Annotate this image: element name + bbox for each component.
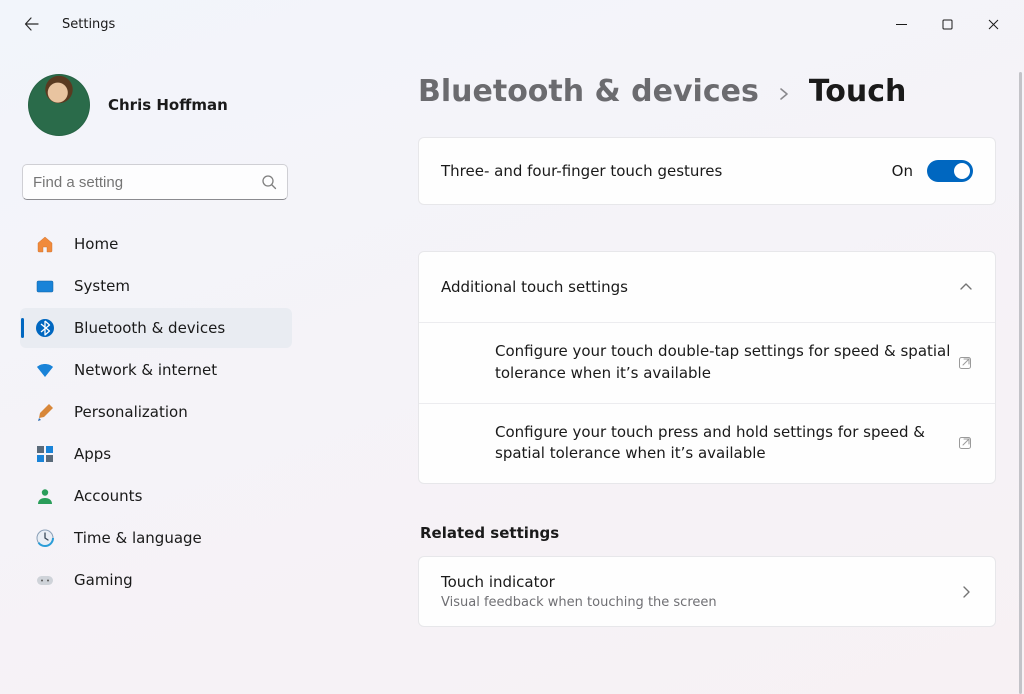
nav-item-personalization[interactable]: Personalization <box>20 392 292 432</box>
related-item-desc: Visual feedback when touching the screen <box>441 595 717 610</box>
maximize-button[interactable] <box>924 8 970 40</box>
nav-item-bluetooth-devices[interactable]: Bluetooth & devices <box>20 308 292 348</box>
nav-item-home[interactable]: Home <box>20 224 292 264</box>
nav-label: Gaming <box>74 571 133 589</box>
nav-item-network[interactable]: Network & internet <box>20 350 292 390</box>
additional-setting-text: Configure your touch double-tap settings… <box>495 341 957 385</box>
chevron-right-icon <box>959 585 973 599</box>
nav-label: Apps <box>74 445 111 463</box>
back-button[interactable] <box>20 16 44 32</box>
chevron-up-icon <box>959 280 973 294</box>
search-icon <box>261 174 277 190</box>
nav-label: Network & internet <box>74 361 217 379</box>
related-item-title: Touch indicator <box>441 573 717 591</box>
window-title: Settings <box>62 17 115 32</box>
nav-label: Personalization <box>74 403 188 421</box>
additional-setting-doubletap[interactable]: Configure your touch double-tap settings… <box>419 323 995 404</box>
bluetooth-icon <box>34 317 56 339</box>
nav-label: Accounts <box>74 487 142 505</box>
main-content: Bluetooth & devices Touch Three- and fou… <box>310 48 1024 694</box>
wifi-icon <box>34 359 56 381</box>
nav-label: Time & language <box>74 529 202 547</box>
gesture-toggle-switch[interactable] <box>927 160 973 182</box>
nav-list: Home System Bluetooth & devices Network … <box>20 224 292 600</box>
sidebar: Chris Hoffman Home System Bluetooth & de… <box>0 48 310 694</box>
user-name: Chris Hoffman <box>108 96 228 114</box>
nav-item-gaming[interactable]: Gaming <box>20 560 292 600</box>
person-icon <box>34 485 56 507</box>
scrollbar[interactable] <box>1019 72 1022 694</box>
breadcrumb: Bluetooth & devices Touch <box>418 74 996 109</box>
close-icon <box>988 19 999 30</box>
chevron-right-icon <box>777 87 791 101</box>
nav-item-time-language[interactable]: Time & language <box>20 518 292 558</box>
window-controls <box>878 8 1016 40</box>
gesture-toggle-card: Three- and four-finger touch gestures On <box>418 137 996 205</box>
nav-item-system[interactable]: System <box>20 266 292 306</box>
related-settings-card: Touch indicator Visual feedback when tou… <box>418 556 996 627</box>
related-settings-heading: Related settings <box>420 524 996 542</box>
gamepad-icon <box>34 569 56 591</box>
gesture-toggle-label: Three- and four-finger touch gestures <box>441 162 722 180</box>
arrow-left-icon <box>24 16 40 32</box>
nav-label: Home <box>74 235 118 253</box>
title-bar: Settings <box>0 0 1024 48</box>
page-title: Touch <box>809 74 907 109</box>
gesture-toggle-state: On <box>892 162 913 180</box>
nav-item-accounts[interactable]: Accounts <box>20 476 292 516</box>
avatar <box>28 74 90 136</box>
search-input[interactable] <box>33 174 261 191</box>
home-icon <box>34 233 56 255</box>
nav-label: Bluetooth & devices <box>74 319 225 337</box>
minimize-button[interactable] <box>878 8 924 40</box>
paintbrush-icon <box>34 401 56 423</box>
apps-icon <box>34 443 56 465</box>
nav-label: System <box>74 277 130 295</box>
additional-setting-presshold[interactable]: Configure your touch press and hold sett… <box>419 404 995 484</box>
open-external-icon <box>957 435 973 451</box>
clock-icon <box>34 527 56 549</box>
maximize-icon <box>942 19 953 30</box>
additional-settings-title: Additional touch settings <box>441 278 628 296</box>
breadcrumb-parent[interactable]: Bluetooth & devices <box>418 74 759 109</box>
minimize-icon <box>896 19 907 30</box>
related-touch-indicator[interactable]: Touch indicator Visual feedback when tou… <box>419 557 995 626</box>
profile-button[interactable]: Chris Hoffman <box>28 74 284 136</box>
search-box[interactable] <box>22 164 288 200</box>
nav-item-apps[interactable]: Apps <box>20 434 292 474</box>
additional-settings-header[interactable]: Additional touch settings <box>419 252 995 323</box>
additional-settings-group: Additional touch settings Configure your… <box>418 251 996 484</box>
close-button[interactable] <box>970 8 1016 40</box>
open-external-icon <box>957 355 973 371</box>
system-icon <box>34 275 56 297</box>
additional-setting-text: Configure your touch press and hold sett… <box>495 422 957 466</box>
